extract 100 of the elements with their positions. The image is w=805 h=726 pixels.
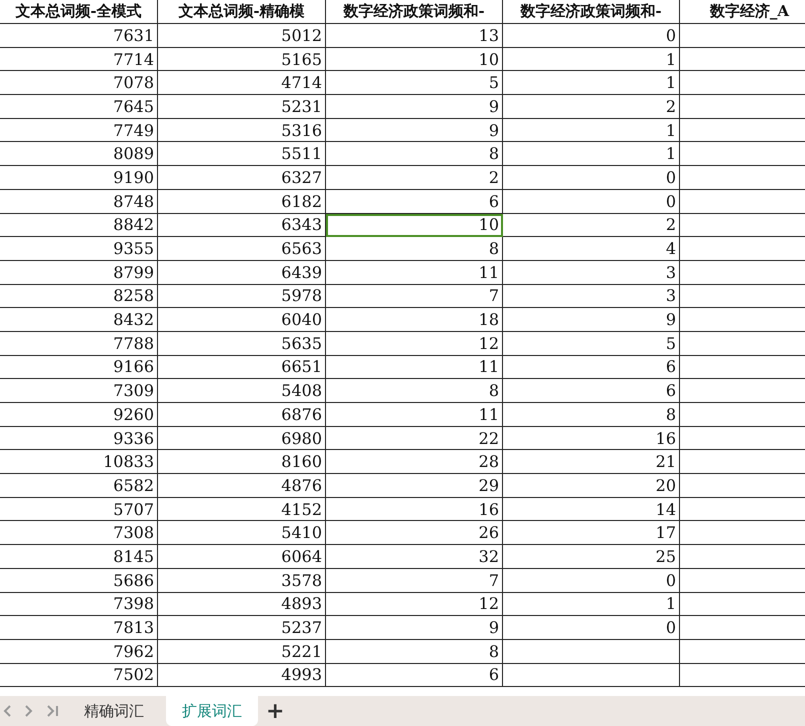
table-cell[interactable]: 6582 bbox=[0, 474, 158, 498]
table-cell[interactable]: 8 bbox=[503, 403, 680, 427]
table-cell[interactable]: 8145 bbox=[0, 545, 158, 569]
table-cell[interactable]: 13 bbox=[326, 24, 503, 48]
table-cell[interactable]: 6563 bbox=[158, 237, 326, 261]
table-cell[interactable]: 7962 bbox=[0, 640, 158, 664]
table-cell[interactable]: 10 bbox=[326, 48, 503, 72]
table-cell[interactable]: 9 bbox=[326, 95, 503, 119]
table-cell[interactable]: 9166 bbox=[0, 356, 158, 380]
table-cell[interactable]: 9355 bbox=[0, 237, 158, 261]
table-cell[interactable]: 6 bbox=[503, 356, 680, 380]
table-cell[interactable]: 11 bbox=[326, 403, 503, 427]
table-cell[interactable]: 6327 bbox=[158, 166, 326, 190]
table-cell[interactable]: 4714 bbox=[158, 71, 326, 96]
table-cell[interactable]: 1 bbox=[503, 48, 680, 72]
table-cell[interactable]: 7309 bbox=[0, 379, 158, 403]
table-cell[interactable]: 6876 bbox=[158, 403, 326, 427]
table-cell[interactable]: 0 bbox=[503, 190, 680, 214]
table-cell[interactable]: 3 bbox=[503, 260, 680, 285]
table-cell[interactable]: 7308 bbox=[0, 521, 158, 546]
table-cell[interactable]: 8258 bbox=[0, 284, 158, 308]
table-cell[interactable]: 8160 bbox=[158, 450, 326, 474]
sheet-tab[interactable]: 扩展词汇 bbox=[166, 696, 258, 726]
table-cell[interactable]: 8 bbox=[326, 379, 503, 403]
table-cell[interactable]: 7749 bbox=[0, 118, 158, 142]
table-cell[interactable]: 9 bbox=[326, 616, 503, 640]
table-cell[interactable]: 5221 bbox=[158, 640, 326, 664]
table-cell[interactable]: 1 bbox=[503, 592, 680, 616]
table-cell[interactable]: 5707 bbox=[0, 498, 158, 522]
empty-cell[interactable] bbox=[503, 664, 680, 688]
empty-cell[interactable] bbox=[503, 640, 680, 664]
table-cell[interactable]: 6 bbox=[326, 664, 503, 688]
table-cell[interactable]: 5410 bbox=[158, 521, 326, 546]
table-cell[interactable]: 5408 bbox=[158, 379, 326, 403]
table-cell[interactable]: 20 bbox=[503, 474, 680, 498]
table-cell[interactable]: 25 bbox=[503, 545, 680, 569]
table-cell[interactable]: 29 bbox=[326, 474, 503, 498]
table-cell[interactable]: 6 bbox=[503, 379, 680, 403]
table-cell[interactable]: 11 bbox=[326, 356, 503, 380]
table-cell[interactable]: 6182 bbox=[158, 190, 326, 214]
table-cell[interactable]: 9260 bbox=[0, 403, 158, 427]
table-cell[interactable]: 6980 bbox=[158, 426, 326, 450]
table-cell[interactable]: 8089 bbox=[0, 142, 158, 166]
table-cell[interactable]: 5316 bbox=[158, 118, 326, 142]
table-cell[interactable]: 8 bbox=[326, 640, 503, 664]
table-cell[interactable]: 2 bbox=[503, 95, 680, 119]
table-cell[interactable]: 7398 bbox=[0, 592, 158, 616]
table-cell[interactable]: 3 bbox=[503, 284, 680, 308]
table-cell[interactable]: 7 bbox=[326, 284, 503, 308]
table-cell[interactable]: 0 bbox=[503, 616, 680, 640]
table-cell[interactable]: 2 bbox=[326, 166, 503, 190]
table-cell[interactable]: 12 bbox=[326, 332, 503, 356]
table-cell[interactable]: 5231 bbox=[158, 95, 326, 119]
table-cell[interactable]: 0 bbox=[503, 166, 680, 190]
add-sheet-button[interactable]: + bbox=[258, 696, 292, 726]
table-cell[interactable]: 7714 bbox=[0, 48, 158, 72]
table-cell[interactable]: 8799 bbox=[0, 260, 158, 285]
table-cell[interactable]: 4993 bbox=[158, 664, 326, 688]
table-cell[interactable]: 5012 bbox=[158, 24, 326, 48]
table-cell[interactable]: 28 bbox=[326, 450, 503, 474]
table-cell[interactable]: 12 bbox=[326, 592, 503, 616]
table-cell[interactable]: 10 bbox=[326, 214, 503, 238]
table-cell[interactable]: 9 bbox=[326, 118, 503, 142]
table-cell[interactable]: 3578 bbox=[158, 568, 326, 592]
table-cell[interactable]: 7502 bbox=[0, 664, 158, 688]
table-cell[interactable]: 6439 bbox=[158, 260, 326, 285]
table-cell[interactable]: 18 bbox=[326, 308, 503, 332]
table-cell[interactable]: 8 bbox=[326, 142, 503, 166]
table-cell[interactable]: 1 bbox=[503, 142, 680, 166]
table-cell[interactable]: 8748 bbox=[0, 190, 158, 214]
table-cell[interactable]: 9 bbox=[503, 308, 680, 332]
table-cell[interactable]: 7 bbox=[326, 568, 503, 592]
sheet-tab[interactable]: 精确词汇 bbox=[68, 696, 160, 726]
table-cell[interactable]: 9336 bbox=[0, 426, 158, 450]
table-cell[interactable]: 7813 bbox=[0, 616, 158, 640]
table-cell[interactable]: 5165 bbox=[158, 48, 326, 72]
table-cell[interactable]: 22 bbox=[326, 426, 503, 450]
table-cell[interactable]: 8432 bbox=[0, 308, 158, 332]
table-cell[interactable]: 16 bbox=[326, 498, 503, 522]
table-cell[interactable]: 5 bbox=[326, 71, 503, 96]
table-cell[interactable]: 5978 bbox=[158, 284, 326, 308]
table-cell[interactable]: 32 bbox=[326, 545, 503, 569]
table-cell[interactable]: 16 bbox=[503, 426, 680, 450]
table-cell[interactable]: 1 bbox=[503, 71, 680, 96]
table-cell[interactable]: 6064 bbox=[158, 545, 326, 569]
table-cell[interactable]: 5237 bbox=[158, 616, 326, 640]
table-cell[interactable]: 8 bbox=[326, 237, 503, 261]
table-cell[interactable]: 4876 bbox=[158, 474, 326, 498]
table-cell[interactable]: 6 bbox=[326, 190, 503, 214]
table-cell[interactable]: 11 bbox=[326, 260, 503, 285]
table-cell[interactable]: 8842 bbox=[0, 214, 158, 238]
table-cell[interactable]: 6343 bbox=[158, 214, 326, 238]
table-cell[interactable]: 21 bbox=[503, 450, 680, 474]
table-cell[interactable]: 9190 bbox=[0, 166, 158, 190]
table-cell[interactable]: 1 bbox=[503, 118, 680, 142]
table-cell[interactable]: 14 bbox=[503, 498, 680, 522]
table-cell[interactable]: 0 bbox=[503, 568, 680, 592]
table-cell[interactable]: 7631 bbox=[0, 24, 158, 48]
table-cell[interactable]: 5511 bbox=[158, 142, 326, 166]
table-cell[interactable]: 10833 bbox=[0, 450, 158, 474]
